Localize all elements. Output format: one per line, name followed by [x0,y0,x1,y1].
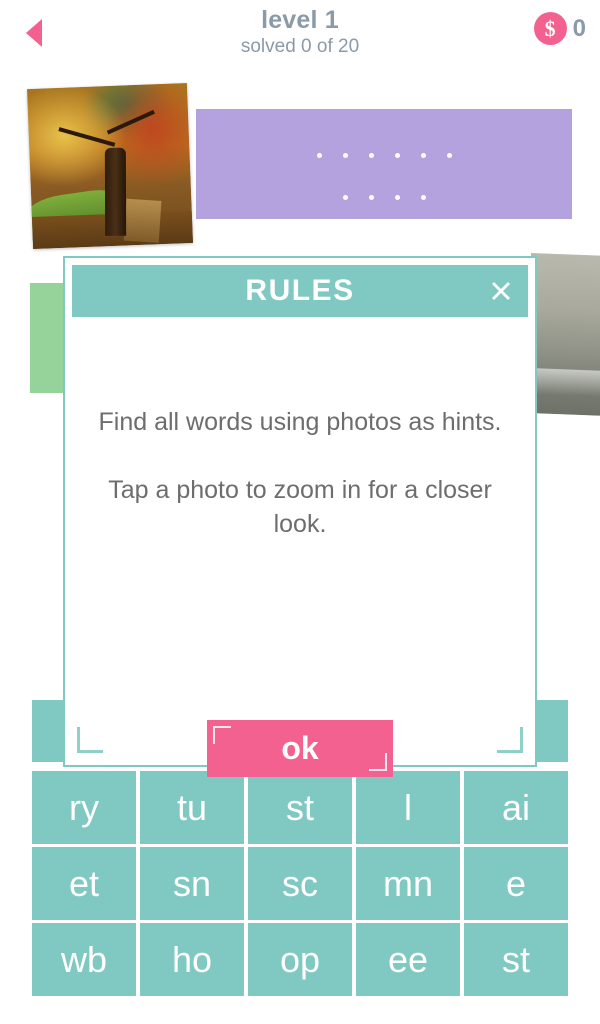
word-slot-dot [394,195,400,200]
letter-tile[interactable]: ee [356,923,460,996]
corner-bracket-icon [369,753,387,771]
solved-progress-text: solved 0 of 20 [240,36,360,57]
word-slot-dot [316,153,322,158]
photo-tree-trunk [104,148,126,237]
dialog-corner-bracket-icon [77,727,103,753]
letter-tile[interactable]: e [464,847,568,920]
letter-tile[interactable]: sc [248,847,352,920]
word-slot-panel[interactable] [196,109,572,219]
coin-counter[interactable]: $ 0 [533,12,586,45]
letter-tile[interactable]: ho [140,923,244,996]
word-slot-dot [368,195,374,200]
rules-paragraph-2: Tap a photo to zoom in for a closer look… [108,476,492,538]
word-slot-dot [420,195,426,200]
word-slot-dot [342,195,348,200]
coin-count-label: 0 [572,14,586,42]
corner-bracket-icon [213,726,231,744]
letter-tile[interactable]: st [248,771,352,844]
letter-tile[interactable]: l [356,771,460,844]
photo-thumbnail-autumn-tree[interactable] [26,82,194,250]
dialog-body: Find all words using photos as hints. Ta… [65,328,535,777]
word-slot-dot [446,153,452,158]
letter-tile-grid: ry tu st l ai et sn sc mn e wb ho op ee st [32,771,568,996]
word-slot-dot [342,153,348,158]
dialog-title: RULES [245,274,355,307]
word-slot-dot [368,153,374,158]
puzzle-row-1 [0,82,600,252]
dialog-header: RULES [72,265,528,317]
ok-button-label: ok [281,730,319,766]
header-bar: level 1 solved 0 of 20 $ 0 [0,0,600,72]
ok-button[interactable]: ok [207,720,393,777]
letter-tile[interactable]: wb [32,923,136,996]
close-button[interactable] [484,274,518,308]
word-slot-row-2 [196,195,572,200]
word-slot-row-1 [196,153,572,158]
letter-tile[interactable]: st [464,923,568,996]
dialog-corner-bracket-icon [497,727,523,753]
letter-tile[interactable]: op [248,923,352,996]
dollar-coin-icon: $ [533,12,567,45]
game-screen: level 1 solved 0 of 20 $ 0 ry tu st l ai… [0,0,600,1024]
word-slot-dot [394,153,400,158]
letter-tile[interactable]: ry [32,771,136,844]
letter-tile[interactable]: tu [140,771,244,844]
letter-tile[interactable]: sn [140,847,244,920]
title-block: level 1 solved 0 of 20 [0,6,600,59]
letter-tile[interactable]: mn [356,847,460,920]
level-title: level 1 [261,6,339,34]
photo-path [123,198,162,243]
ok-button-container: ok [65,720,535,777]
rules-paragraph-1: Find all words using photos as hints. [98,408,502,436]
close-x-icon [492,282,510,300]
word-slot-dot [420,153,426,158]
letter-tile[interactable]: ai [464,771,568,844]
rules-dialog: RULES Find all words using photos as hin… [63,256,537,777]
letter-tile[interactable]: et [32,847,136,920]
